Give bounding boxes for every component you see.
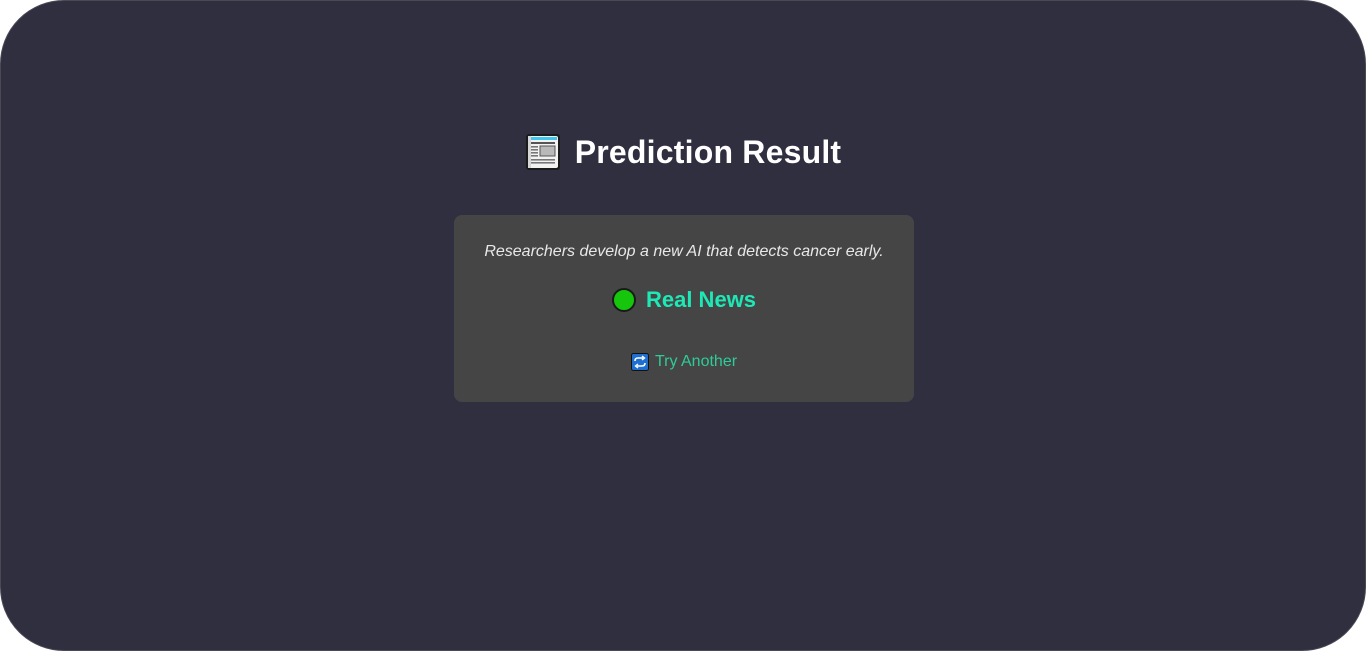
app-window: Prediction Result Researchers develop a … bbox=[0, 0, 1366, 651]
verdict: Real News bbox=[454, 287, 914, 313]
green-circle-icon bbox=[611, 288, 636, 312]
refresh-icon bbox=[630, 353, 649, 371]
try-another-link[interactable]: Try Another bbox=[454, 353, 914, 371]
page-header: Prediction Result bbox=[1, 133, 1365, 171]
try-another-label[interactable]: Try Another bbox=[655, 353, 737, 371]
newspaper-icon bbox=[525, 133, 561, 171]
page-title: Prediction Result bbox=[574, 133, 842, 170]
verdict-label: Real News bbox=[645, 287, 757, 312]
result-card: Researchers develop a new AI that detect… bbox=[454, 215, 914, 402]
news-headline: Researchers develop a new AI that detect… bbox=[484, 243, 884, 260]
